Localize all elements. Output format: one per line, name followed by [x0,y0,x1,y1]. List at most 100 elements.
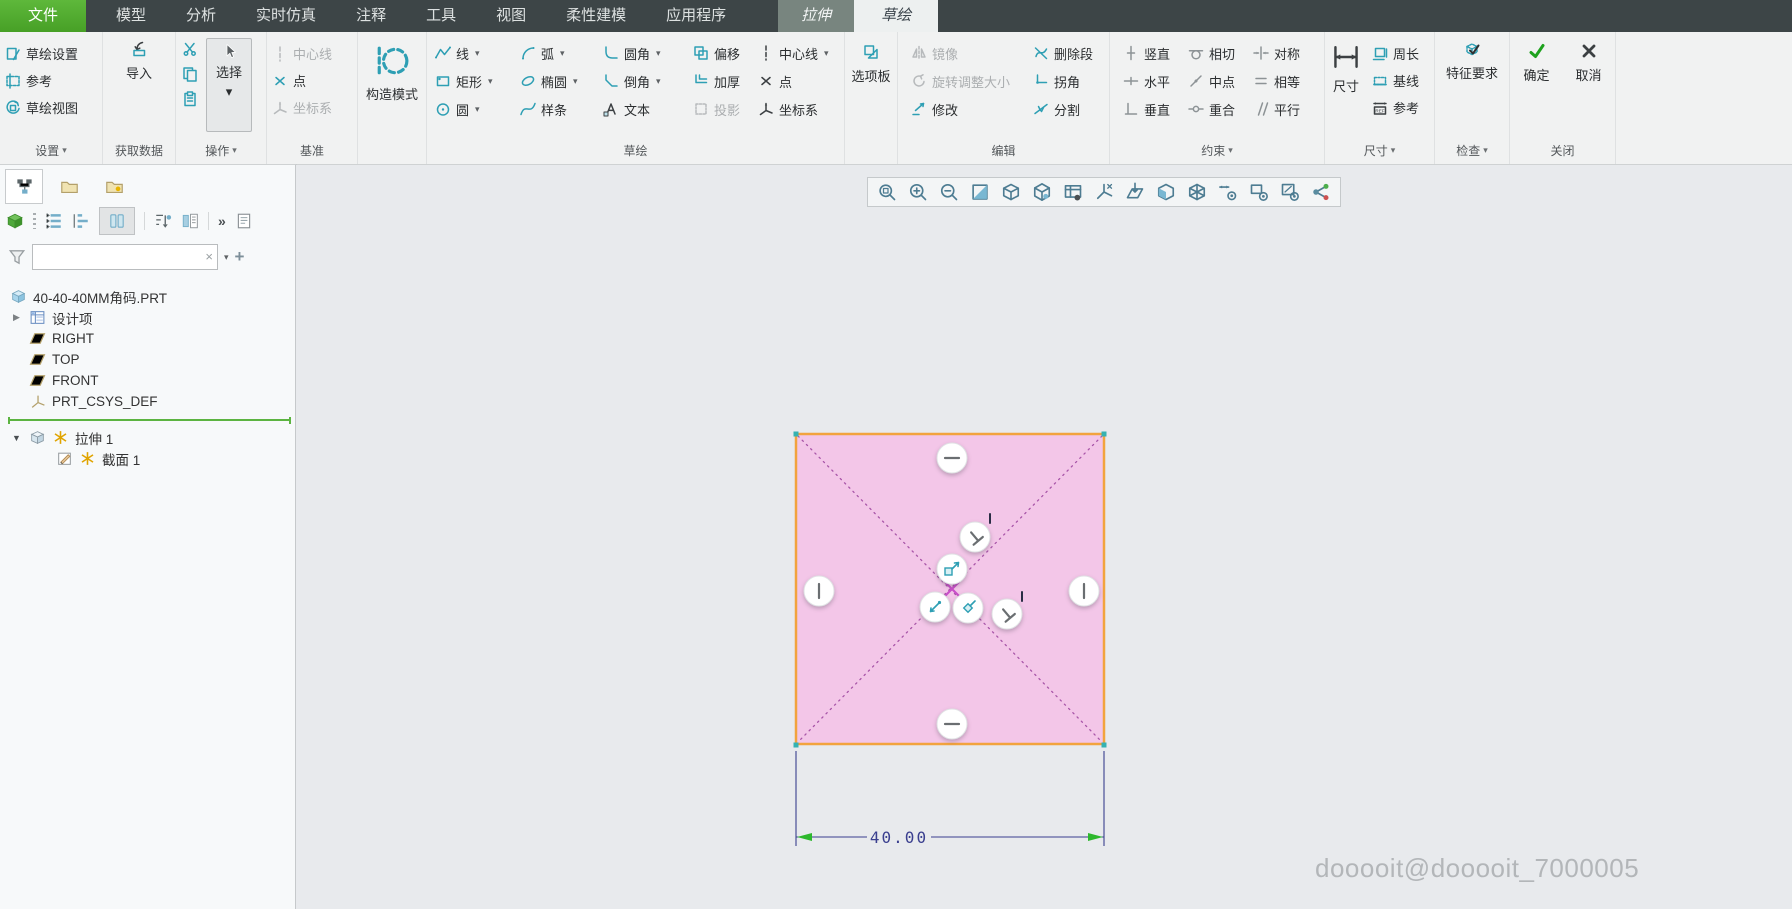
project-button[interactable]: 投影 [688,96,753,123]
sketch-display-button[interactable] [1276,179,1304,205]
add-filter-icon[interactable]: + [235,247,245,267]
navigator-tab-folder-browser[interactable] [50,169,88,204]
horizontal-constraint-button[interactable]: 水平 [1118,68,1183,95]
tree-filters-icon[interactable] [154,212,172,230]
section-display-button[interactable] [1152,179,1180,205]
graphics-area[interactable]: 40.00 dooooit@dooooit_7000005 [297,164,1792,909]
move-drag-handle[interactable] [919,591,951,623]
chevron-down-icon[interactable]: ▾ [573,76,578,87]
mirror-button[interactable]: 镜像 [906,40,1028,67]
tree-item-front-plane[interactable]: FRONT [6,370,295,391]
divide-button[interactable]: 分割 [1028,96,1112,123]
vertical-constraint-badge-right[interactable] [1068,575,1100,607]
tab-file[interactable]: 文件 [0,0,87,32]
tab-annotate[interactable]: 注释 [336,0,406,32]
equal-constraint-button[interactable]: 相等 [1248,68,1320,95]
tab-extrude[interactable]: 拉伸 [778,0,855,32]
chevron-down-icon[interactable]: ▾ [656,48,661,59]
datum-csys-button[interactable]: 坐标系 [267,94,357,121]
insertion-locator[interactable] [8,417,291,424]
expander-expanded-icon[interactable]: ▼ [10,433,23,443]
tree-document-icon[interactable] [235,212,253,230]
repaint-button[interactable] [966,179,994,205]
resize-drag-handle[interactable] [936,553,968,585]
tab-applications[interactable]: 应用程序 [646,0,746,32]
construction-mode-button[interactable]: 构造模式 [358,32,426,103]
vertical-constraint-badge-left[interactable] [803,575,835,607]
fillet-button[interactable]: 圆角 ▾ [598,40,688,67]
chevron-down-icon[interactable]: ▾ [475,48,480,59]
clear-search-icon[interactable]: × [205,249,213,265]
tree-item-right-plane[interactable]: RIGHT [6,328,295,349]
tree-columns-button[interactable] [99,207,135,235]
parallel-constraint-button[interactable]: 平行 [1248,96,1320,123]
centerline-button[interactable]: 中心线 ▾ [753,40,845,67]
dimension-display-button[interactable] [1214,179,1242,205]
cancel-button[interactable]: 取消 [1566,34,1612,84]
sketch-setup-button[interactable]: 草绘设置 [0,40,102,67]
tab-analysis[interactable]: 分析 [166,0,236,32]
group-label-dimension[interactable]: 尺寸 ▾ [1325,142,1434,159]
sketch-orientation-button[interactable] [1121,179,1149,205]
tab-sketch[interactable]: 草绘 [854,0,939,32]
perpendicular-constraint-badge-1[interactable] [959,521,991,553]
perpendicular-constraint-button[interactable]: 垂直 [1118,96,1183,123]
dimension-value[interactable]: 40.00 [870,828,928,847]
arc-button[interactable]: 弧 ▾ [515,40,598,67]
symmetric-constraint-button[interactable]: 对称 [1248,40,1320,67]
perimeter-dimension-button[interactable]: 周长 [1367,40,1424,67]
paste-icon[interactable] [182,91,198,107]
tree-item-section-1[interactable]: 截面 1 [6,448,295,469]
group-label-inspect[interactable]: 检查 ▾ [1435,142,1509,159]
refit-button[interactable] [873,179,901,205]
chevron-down-icon[interactable]: ▾ [226,84,233,100]
rotate-drag-handle[interactable] [952,592,984,624]
saved-orientations-button[interactable] [1028,179,1056,205]
import-button[interactable]: 导入 [103,32,175,82]
filter-dropdown-icon[interactable]: ▾ [224,252,229,263]
tab-tools[interactable]: 工具 [406,0,476,32]
chevron-down-icon[interactable]: ▾ [488,76,493,87]
tangent-constraint-button[interactable]: 相切 [1183,40,1248,67]
dimension-button[interactable]: 尺寸 [1325,32,1367,121]
circle-button[interactable]: 圆 ▾ [430,96,515,123]
delete-segment-button[interactable]: 删除段 [1028,40,1112,67]
text-button[interactable]: 文本 [598,96,688,123]
width-dimension[interactable] [795,751,1105,846]
sketch-view-button[interactable]: 草绘视图 [0,94,102,121]
zoom-out-button[interactable] [935,179,963,205]
zoom-in-button[interactable] [904,179,932,205]
chevron-down-icon[interactable]: ▾ [475,104,480,115]
tree-item-part[interactable]: 40-40-40MM角码.PRT [6,286,295,307]
chevron-down-icon[interactable]: ▾ [560,48,565,59]
chevron-down-icon[interactable]: ▾ [656,76,661,87]
tree-item-extrude-1[interactable]: ▼ 拉伸 1 [6,427,295,448]
spline-button[interactable]: 样条 [515,96,598,123]
group-label-constrain[interactable]: 约束 ▾ [1110,142,1324,159]
expander-collapsed-icon[interactable]: ▶ [10,312,23,323]
references-button[interactable]: 参考 [0,67,102,94]
select-button[interactable]: 选择 ▾ [206,38,252,132]
horizontal-constraint-badge-bottom[interactable] [936,708,968,740]
navigator-tab-model-tree[interactable] [5,169,43,204]
datum-point-button[interactable]: 点 [267,67,357,94]
tab-live-simulation[interactable]: 实时仿真 [236,0,336,32]
chamfer-button[interactable]: 倒角 ▾ [598,68,688,95]
thicken-button[interactable]: 加厚 [688,68,753,95]
ok-button[interactable]: 确定 [1514,34,1560,84]
coincident-constraint-button[interactable]: 重合 [1183,96,1248,123]
expand-all-icon[interactable] [45,212,63,230]
view-manager-button[interactable] [1059,179,1087,205]
tab-view[interactable]: 视图 [476,0,546,32]
copy-icon[interactable] [182,66,198,82]
line-button[interactable]: 线 ▾ [430,40,515,67]
corner-button[interactable]: 拐角 [1028,68,1112,95]
collapse-all-icon[interactable] [72,212,90,230]
modify-button[interactable]: 修改 [906,96,1028,123]
cut-icon[interactable] [182,41,198,57]
offset-button[interactable]: 偏移 [688,40,753,67]
group-label-setup[interactable]: 设置 ▾ [0,142,102,159]
feature-requirements-button[interactable]: 特征要求 [1435,32,1509,82]
coordinate-system-button[interactable]: 坐标系 [753,96,845,123]
toolbar-overflow-icon[interactable]: » [218,213,226,229]
